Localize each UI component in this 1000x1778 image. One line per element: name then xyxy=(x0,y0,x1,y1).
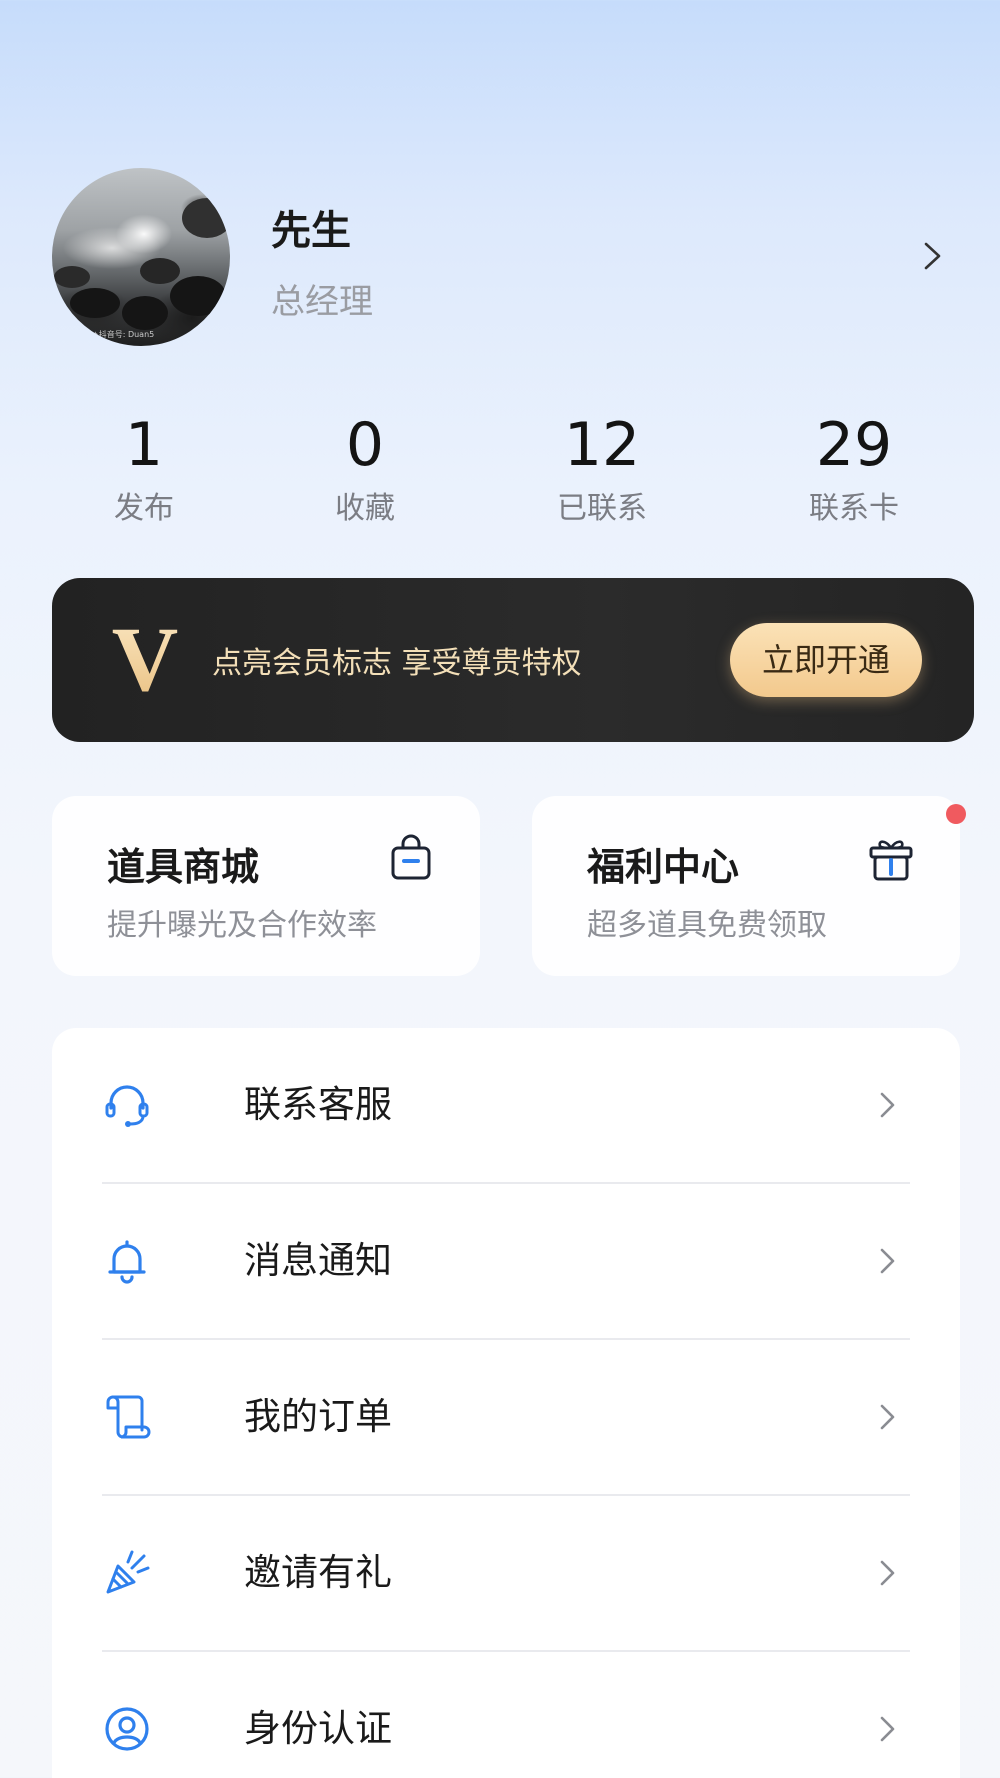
stat-label: 已联系 xyxy=(557,491,647,526)
chevron-right-icon xyxy=(880,1248,895,1274)
vip-slogan: 点亮会员标志 享受尊贵特权 xyxy=(212,646,582,681)
party-popper-icon xyxy=(106,1550,150,1594)
notification-badge xyxy=(946,804,966,824)
scroll-order-icon xyxy=(106,1395,151,1439)
prop-store-card[interactable]: 道具商城 提升曝光及合作效率 xyxy=(52,796,480,976)
avatar[interactable]: ✦抖音号: Duan5 xyxy=(52,168,230,346)
menu-item-notifications[interactable]: 消息通知 xyxy=(102,1184,910,1340)
menu-item-identity-verification[interactable]: 身份认证 xyxy=(102,1652,910,1778)
menu-label: 联系客服 xyxy=(244,1083,392,1126)
chevron-right-icon xyxy=(880,1404,895,1430)
stat-contact-cards[interactable]: 29 联系卡 xyxy=(754,405,954,531)
stat-published[interactable]: 1 发布 xyxy=(44,405,244,531)
stat-label: 联系卡 xyxy=(809,491,899,526)
stats-row: 1 发布 0 收藏 12 已联系 29 联系卡 xyxy=(0,405,1000,535)
menu-list: 联系客服 消息通知 我的订单 邀请有礼 身份认证 xyxy=(52,1028,960,1778)
gift-icon xyxy=(869,840,913,881)
bell-icon xyxy=(108,1240,146,1284)
menu-label: 消息通知 xyxy=(244,1239,392,1282)
stat-contacted[interactable]: 12 已联系 xyxy=(502,405,702,531)
menu-item-my-orders[interactable]: 我的订单 xyxy=(102,1340,910,1496)
vip-v-logo-icon: V xyxy=(112,616,178,700)
stat-favorites[interactable]: 0 收藏 xyxy=(265,405,465,531)
card-subtitle: 提升曝光及合作效率 xyxy=(107,908,377,943)
chevron-right-icon xyxy=(880,1716,895,1742)
user-title: 总经理 xyxy=(271,282,373,322)
menu-label: 我的订单 xyxy=(244,1395,392,1438)
welfare-center-card[interactable]: 福利中心 超多道具免费领取 xyxy=(532,796,966,976)
vip-logo-letter: V xyxy=(112,616,178,700)
card-title: 道具商城 xyxy=(107,845,260,889)
card-title: 福利中心 xyxy=(587,845,740,889)
chevron-right-icon[interactable] xyxy=(912,236,952,276)
menu-label: 身份认证 xyxy=(244,1707,392,1750)
headset-icon xyxy=(105,1085,149,1127)
stat-value: 29 xyxy=(815,410,893,480)
chevron-right-icon xyxy=(880,1092,895,1118)
stat-label: 发布 xyxy=(114,491,174,526)
user-circle-icon xyxy=(105,1707,149,1751)
user-name: 先生 xyxy=(271,208,351,254)
activate-vip-button[interactable]: 立即开通 xyxy=(730,623,922,697)
menu-item-invite-rewards[interactable]: 邀请有礼 xyxy=(102,1496,910,1652)
stat-value: 12 xyxy=(563,410,641,480)
profile-header[interactable]: ✦抖音号: Duan5 先生 总经理 xyxy=(52,168,952,346)
shopping-bag-icon xyxy=(391,834,431,880)
stat-value: 1 xyxy=(124,410,164,480)
avatar-watermark: ✦抖音号: Duan5 xyxy=(92,330,155,339)
stat-value: 0 xyxy=(345,410,385,480)
menu-label: 邀请有礼 xyxy=(244,1551,392,1594)
menu-item-customer-service[interactable]: 联系客服 xyxy=(102,1028,910,1184)
chevron-right-icon xyxy=(880,1560,895,1586)
card-subtitle: 超多道具免费领取 xyxy=(587,908,827,943)
stat-label: 收藏 xyxy=(335,491,395,526)
vip-banner[interactable]: V 点亮会员标志 享受尊贵特权 立即开通 xyxy=(52,578,974,742)
